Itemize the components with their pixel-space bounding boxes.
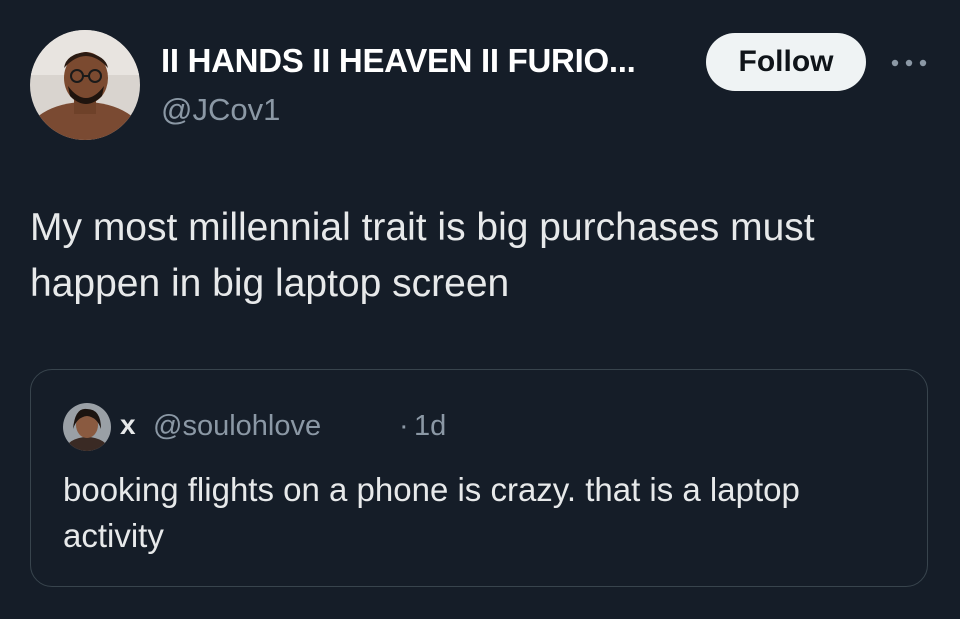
quoted-author-name[interactable]: x — [120, 409, 136, 441]
profile-photo-icon — [30, 30, 140, 140]
author-avatar[interactable] — [30, 30, 140, 140]
profile-photo-icon — [63, 403, 111, 451]
tweet[interactable]: II HANDS II HEAVEN II FURIO... @JCov1 Fo… — [0, 0, 960, 619]
author-handle[interactable]: @JCov1 — [161, 92, 280, 128]
author-display-name[interactable]: II HANDS II HEAVEN II FURIO... — [161, 42, 636, 80]
quoted-author-handle[interactable]: @soulohlove — [153, 410, 321, 443]
more-icon — [891, 59, 927, 67]
tweet-text: My most millennial trait is big purchase… — [30, 206, 815, 305]
separator-dot: · — [399, 410, 409, 442]
follow-button[interactable]: Follow — [706, 33, 866, 91]
more-options-button[interactable] — [884, 48, 934, 78]
quoted-timestamp[interactable]: 1d — [414, 410, 446, 443]
quoted-tweet[interactable]: x @soulohlove · 1d booking flights on a … — [30, 369, 928, 587]
quoted-author-avatar[interactable] — [63, 403, 111, 451]
quoted-tweet-text: booking flights on a phone is crazy. tha… — [63, 471, 800, 554]
